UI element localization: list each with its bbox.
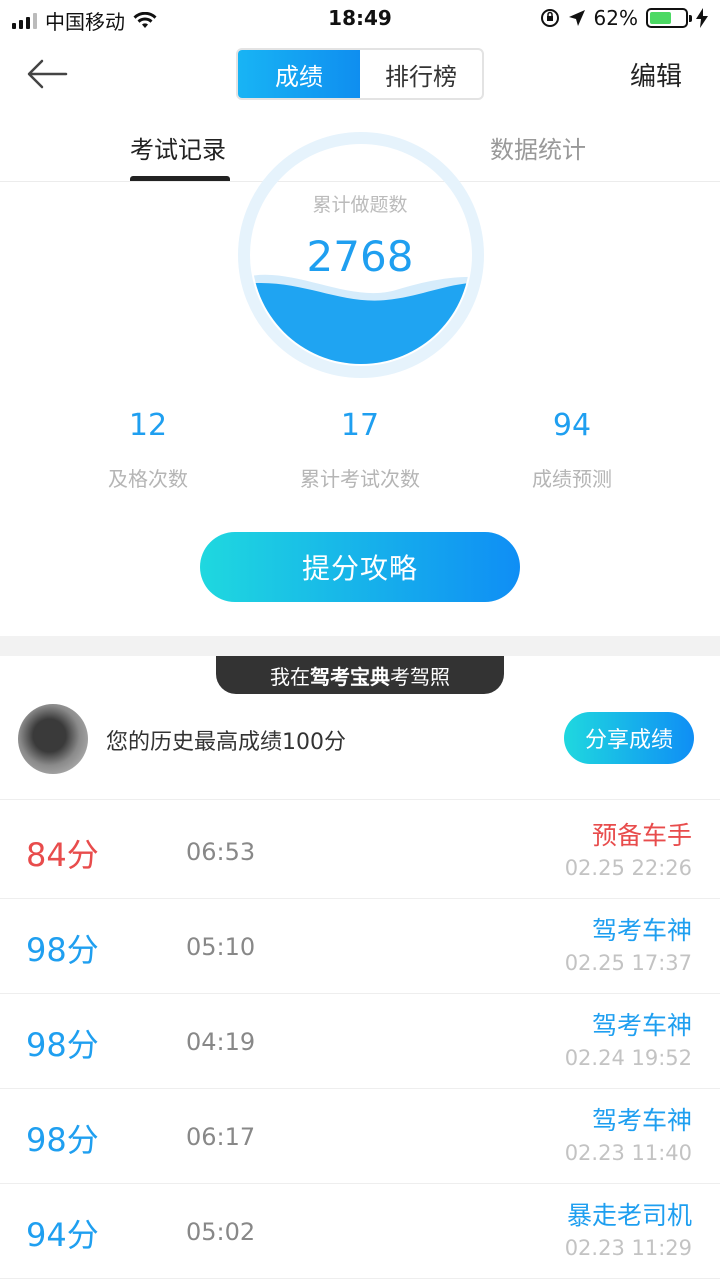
status-bar: 中国移动 18:49 62%	[0, 0, 720, 36]
stat-value: 94	[552, 408, 592, 443]
battery-fill	[650, 12, 672, 24]
charging-icon	[696, 8, 708, 28]
record-title: 预备车手	[591, 821, 692, 850]
improve-score-button[interactable]: 提分攻略	[200, 532, 520, 602]
record-duration: 06:53	[186, 838, 256, 866]
record-time: 02.23 11:40	[564, 1141, 692, 1165]
record-score: 84分	[26, 836, 99, 874]
segment-control: 成绩 排行榜	[236, 48, 484, 100]
exam-record-list: 84分 06:53 预备车手 02.25 22:26 98分 05:10 驾考车…	[0, 804, 720, 1279]
list-item[interactable]: 98分 05:10 驾考车神 02.25 17:37	[0, 899, 720, 994]
segment-ranking[interactable]: 排行榜	[360, 50, 482, 98]
brand-banner: 我在 驾考宝典 考驾照	[216, 656, 504, 694]
stat-value: 17	[340, 408, 380, 443]
section-divider	[0, 636, 720, 656]
total-questions-value: 2768	[306, 232, 414, 281]
stat-score-prediction: 94 成绩预测	[452, 408, 692, 492]
stat-exam-count: 17 累计考试次数	[240, 408, 480, 492]
record-duration: 05:10	[186, 933, 256, 961]
record-score: 98分	[26, 1121, 99, 1159]
stat-label: 及格次数	[108, 467, 188, 491]
best-score-text: 您的历史最高成绩100分	[106, 730, 346, 755]
list-item[interactable]: 98分 04:19 驾考车神 02.24 19:52	[0, 994, 720, 1089]
tab-active-indicator	[130, 176, 230, 181]
record-duration: 05:02	[186, 1218, 256, 1246]
record-score: 98分	[26, 931, 99, 969]
segment-scores[interactable]: 成绩	[238, 50, 360, 98]
record-time: 02.23 11:29	[564, 1236, 692, 1260]
tab-data-stats[interactable]: 数据统计	[490, 130, 586, 165]
record-duration: 06:17	[186, 1123, 256, 1151]
list-item[interactable]: 98分 06:17 驾考车神 02.23 11:40	[0, 1089, 720, 1184]
status-right: 62%	[540, 6, 708, 30]
tab-exam-records[interactable]: 考试记录	[130, 130, 226, 165]
location-icon	[568, 10, 585, 26]
record-score: 94分	[26, 1216, 99, 1254]
list-item[interactable]: 84分 06:53 预备车手 02.25 22:26	[0, 804, 720, 899]
record-score: 98分	[26, 1026, 99, 1064]
profile-row: 您的历史最高成绩100分 分享成绩	[0, 700, 720, 800]
record-title: 驾考车神	[591, 1106, 692, 1135]
battery-icon	[646, 8, 692, 28]
record-title: 驾考车神	[591, 916, 692, 945]
record-title: 暴走老司机	[566, 1201, 692, 1230]
record-time: 02.25 17:37	[564, 951, 692, 975]
stat-value: 12	[128, 408, 168, 443]
record-title: 驾考车神	[591, 1011, 692, 1040]
edit-button[interactable]: 编辑	[630, 56, 682, 93]
total-questions-label: 累计做题数	[312, 194, 408, 216]
banner-suffix: 考驾照	[390, 664, 450, 689]
banner-prefix: 我在	[270, 664, 310, 689]
share-score-button[interactable]: 分享成绩	[564, 712, 694, 764]
avatar[interactable]	[18, 704, 88, 774]
record-duration: 04:19	[186, 1028, 256, 1056]
stat-pass-count: 12 及格次数	[28, 408, 268, 492]
record-time: 02.24 19:52	[564, 1046, 692, 1070]
list-item[interactable]: 94分 05:02 暴走老司机 02.23 11:29	[0, 1184, 720, 1279]
record-time: 02.25 22:26	[564, 856, 692, 880]
stat-label: 成绩预测	[532, 467, 612, 491]
nav-bar: 成绩 排行榜 编辑	[0, 36, 720, 112]
stat-label: 累计考试次数	[300, 467, 420, 491]
battery-percent: 62%	[593, 6, 638, 30]
banner-brand: 驾考宝典	[310, 664, 390, 689]
back-arrow-icon[interactable]	[22, 56, 72, 92]
orientation-lock-icon	[540, 9, 559, 27]
